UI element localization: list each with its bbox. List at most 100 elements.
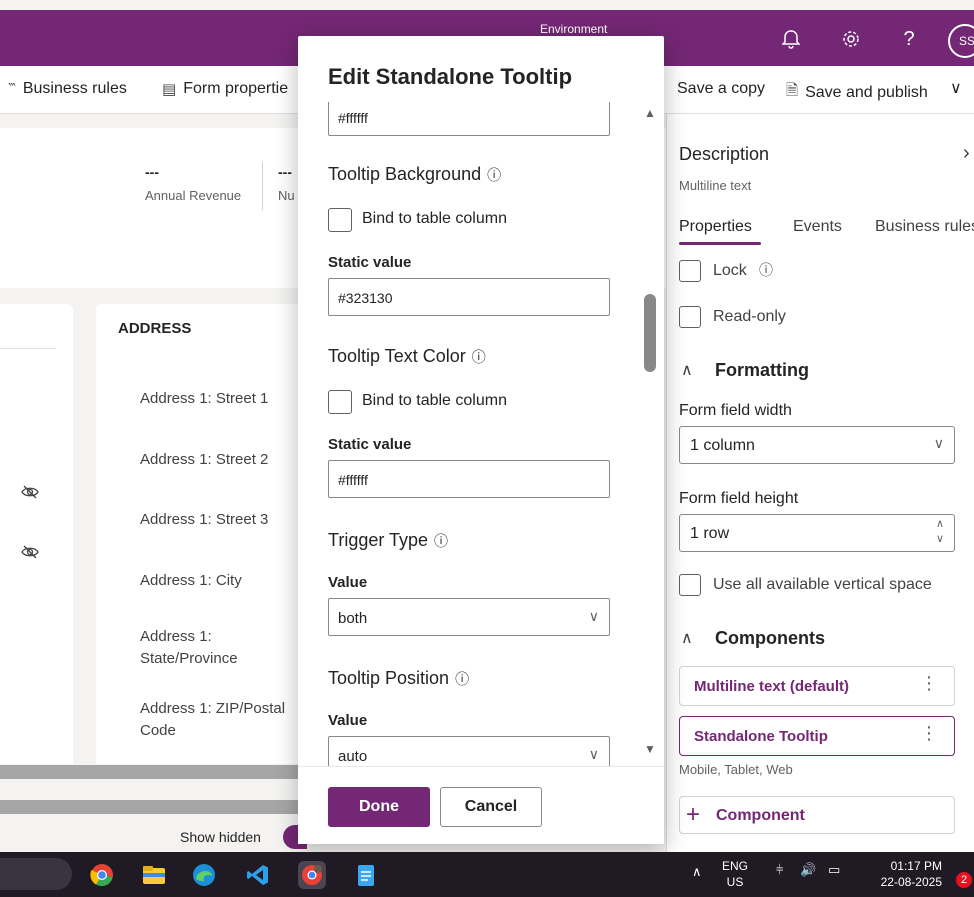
chevron-up-icon[interactable]: ∧ [681,628,693,648]
component-card-selected[interactable]: Standalone Tooltip ⋮ [679,716,955,756]
avatar[interactable]: SS [948,24,974,58]
lock-checkbox[interactable] [679,260,701,282]
tooltip-position-select[interactable]: auto ∨ [328,736,610,766]
properties-panel: Description › Multiline text Properties … [666,114,974,854]
close-panel-icon[interactable]: › [963,142,970,165]
header-field-value: --- [145,164,159,180]
bg-bind-checkbox[interactable] [328,208,352,232]
plus-icon: + [686,801,701,828]
dialog-footer: Done Cancel [298,766,664,844]
add-component-label: Component [716,807,805,824]
info-icon[interactable]: ⓘ [455,671,469,687]
text-color-static-input[interactable]: #ffffff [328,460,610,498]
more-commands-chevron-icon[interactable]: ∨ [950,78,962,98]
more-options-icon[interactable]: ⋮ [920,673,938,694]
field-label[interactable]: Address 1: Street 2 [140,449,310,471]
form-section-card[interactable] [0,304,73,764]
done-button[interactable]: Done [328,787,430,827]
header-divider [262,162,263,210]
save-copy-label: Save a copy [677,80,766,97]
height-value: 1 row [690,525,730,542]
chrome-profile-icon[interactable] [298,861,326,889]
form-properties-button[interactable]: ▤ Form propertie [162,80,288,98]
info-icon[interactable]: ⓘ [434,533,448,549]
bg-bind-label: Bind to table column [362,210,507,227]
text-color-bind-checkbox[interactable] [328,390,352,414]
edge-icon[interactable] [190,861,218,889]
width-value: 1 column [690,437,755,454]
select-value: both [338,610,368,627]
static-value-input[interactable]: #ffffff [328,102,610,136]
bg-static-input[interactable]: #323130 [328,278,610,316]
stepper-arrows-icon[interactable]: ∧ ∨ [936,517,944,547]
tab-properties[interactable]: Properties [679,218,752,236]
field-label[interactable]: Address 1: City [140,570,290,592]
input-value: #ffffff [338,472,368,488]
save-publish-button[interactable]: 🗎 Save and publish [786,80,928,105]
form-properties-icon: ▤ [162,81,177,98]
publish-icon: 🗎 [786,82,799,99]
save-copy-button[interactable]: Save a copy [677,80,765,98]
section-label: Tooltip Background [328,164,482,184]
more-options-icon[interactable]: ⋮ [920,723,938,744]
info-icon[interactable]: ⓘ [759,260,773,280]
vertical-space-checkbox[interactable] [679,574,701,596]
read-only-checkbox[interactable] [679,306,701,328]
scroll-up-arrow-icon[interactable]: ▲ [644,106,656,120]
tab-events[interactable]: Events [793,218,842,236]
form-field-width-select[interactable]: 1 column ∨ [679,426,955,464]
volume-icon[interactable]: 🔊 [800,862,816,878]
add-component-button[interactable]: + Component [679,796,955,834]
lock-label: Lock [713,262,747,279]
system-clock[interactable]: 01:17 PM 22-08-2025 [868,858,942,890]
chevron-down-icon: ∨ [588,608,599,624]
section-divider [0,348,56,349]
chevron-up-icon[interactable]: ∧ [681,360,693,380]
field-label[interactable]: Address 1: ZIP/Postal Code [140,698,310,742]
gear-icon[interactable] [838,26,864,52]
section-label: Tooltip Text Color [328,346,466,366]
taskbar-search[interactable] [0,858,72,890]
wifi-icon[interactable]: ⫩ [776,862,783,878]
clock-time: 01:17 PM [890,859,942,873]
info-icon[interactable]: ⓘ [487,167,501,183]
notepad-icon[interactable] [352,861,380,889]
width-label: Form field width [679,402,792,419]
cancel-button[interactable]: Cancel [440,787,542,827]
vertical-scrollbar-thumb[interactable] [644,294,656,372]
formatting-heading[interactable]: Formatting [715,360,809,381]
select-value: auto [338,748,368,765]
input-value: #ffffff [338,110,368,126]
tooltip-background-heading: Tooltip Background ⓘ [328,164,501,185]
component-name: Standalone Tooltip [694,728,828,745]
field-label[interactable]: Address 1: Street 3 [140,509,310,531]
dialog-title: Edit Standalone Tooltip [328,64,573,89]
vscode-icon[interactable] [244,861,272,889]
horizontal-scrollbar[interactable] [0,765,305,779]
address-section-card[interactable]: ADDRESS Address 1: Street 1 Address 1: S… [96,304,306,764]
battery-icon[interactable]: ▭ [828,862,840,878]
show-hidden-label: Show hidden [180,829,261,845]
bell-icon[interactable] [778,26,804,52]
component-card[interactable]: Multiline text (default) ⋮ [679,666,955,706]
tray-overflow-chevron-icon[interactable]: ∧ [692,864,702,880]
components-heading[interactable]: Components [715,628,825,649]
help-icon[interactable]: ? [896,26,922,52]
horizontal-scrollbar[interactable] [0,800,305,814]
trigger-type-select[interactable]: both ∨ [328,598,610,636]
chevron-down-icon: ∨ [588,746,599,762]
environment-label: Environment [540,22,608,36]
business-rules-button[interactable]: ‷ Business rules [8,80,127,98]
field-label[interactable]: Address 1: State/Province [140,626,250,670]
file-explorer-icon[interactable] [140,861,168,889]
form-field-height-stepper[interactable]: 1 row ∧ ∨ [679,514,955,552]
text-color-bind-label: Bind to table column [362,392,507,409]
field-label[interactable]: Address 1: Street 1 [140,388,310,410]
info-icon[interactable]: ⓘ [472,349,486,365]
input-language-indicator[interactable]: ENG US [722,858,748,890]
chrome-icon[interactable] [88,861,116,889]
text-color-static-label: Static value [328,436,412,453]
tab-business-rules[interactable]: Business rules [875,218,974,236]
scroll-down-arrow-icon[interactable]: ▼ [644,742,656,756]
notification-badge[interactable]: 2 [956,872,972,888]
